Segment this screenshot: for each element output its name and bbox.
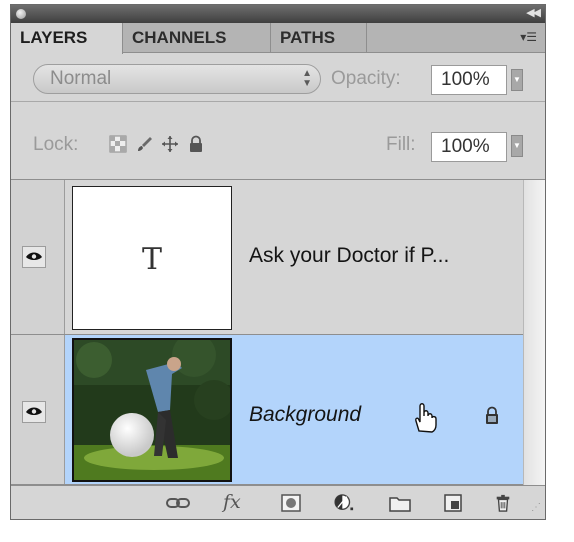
opacity-label: Opacity: xyxy=(331,68,401,89)
tab-layers[interactable]: LAYERS xyxy=(11,23,123,54)
background-layer-thumbnail xyxy=(72,338,232,482)
layer-name: Ask your Doctor if P... xyxy=(249,244,450,267)
layers-panel: ◀◀ LAYERS CHANNELS PATHS ▾☰ Normal ▲ ▼ Op… xyxy=(10,4,546,520)
blend-opacity-row: Normal ▲ ▼ Opacity: 100% ▼ xyxy=(11,53,545,102)
panel-bottom-toolbar: fx ⋰ xyxy=(11,485,545,519)
layer-lock-icon xyxy=(486,406,498,424)
lock-all-icon[interactable] xyxy=(187,135,205,153)
fill-label: Fill: xyxy=(386,134,416,155)
adjustment-layer-icon[interactable] xyxy=(333,494,357,512)
eye-icon[interactable] xyxy=(22,246,46,268)
lock-image-pixels-icon[interactable] xyxy=(135,135,153,153)
select-arrows-icon: ▲ ▼ xyxy=(302,68,312,89)
opacity-field[interactable]: 100% xyxy=(431,65,507,95)
text-layer-thumbnail: T xyxy=(72,186,232,330)
layer-name: Background xyxy=(249,403,362,426)
add-mask-icon[interactable] xyxy=(281,494,301,512)
close-panel-icon[interactable] xyxy=(16,9,26,19)
hand-cursor-icon xyxy=(415,403,437,433)
panel-tabs: LAYERS CHANNELS PATHS ▾☰ xyxy=(11,23,545,54)
panel-menu-icon[interactable]: ▾☰ xyxy=(520,30,537,44)
visibility-column xyxy=(11,180,65,334)
collapse-icon[interactable]: ◀◀ xyxy=(526,6,541,19)
tab-paths[interactable]: PATHS xyxy=(271,23,367,53)
layers-scrollbar[interactable] xyxy=(523,180,545,485)
fill-dropdown-icon[interactable]: ▼ xyxy=(511,135,523,157)
blend-mode-value: Normal xyxy=(50,68,112,89)
lock-label: Lock: xyxy=(33,134,79,155)
delete-layer-icon[interactable] xyxy=(493,494,513,512)
visibility-column xyxy=(11,335,65,484)
fill-field[interactable]: 100% xyxy=(431,132,507,162)
new-layer-icon[interactable] xyxy=(443,494,463,512)
new-group-icon[interactable] xyxy=(389,494,411,512)
fx-icon[interactable]: fx xyxy=(223,491,241,513)
link-layers-icon[interactable] xyxy=(165,494,191,512)
opacity-dropdown-icon[interactable]: ▼ xyxy=(511,69,523,91)
layers-list: T Ask your Doctor if P... Background xyxy=(11,180,545,485)
layer-row-background[interactable]: Background xyxy=(11,335,545,485)
layer-row-text[interactable]: T Ask your Doctor if P... xyxy=(11,180,545,335)
lock-fill-row: Lock: Fill: 100% ▼ xyxy=(11,102,545,180)
tab-channels[interactable]: CHANNELS xyxy=(123,23,271,53)
resize-grip-icon[interactable]: ⋰ xyxy=(531,502,541,513)
blend-mode-select[interactable]: Normal ▲ ▼ xyxy=(33,64,321,94)
text-layer-glyph: T xyxy=(141,242,162,277)
lock-position-icon[interactable] xyxy=(161,135,179,153)
lock-transparent-pixels-icon[interactable] xyxy=(109,135,127,153)
eye-icon[interactable] xyxy=(22,401,46,423)
panel-titlebar: ◀◀ xyxy=(11,5,545,23)
